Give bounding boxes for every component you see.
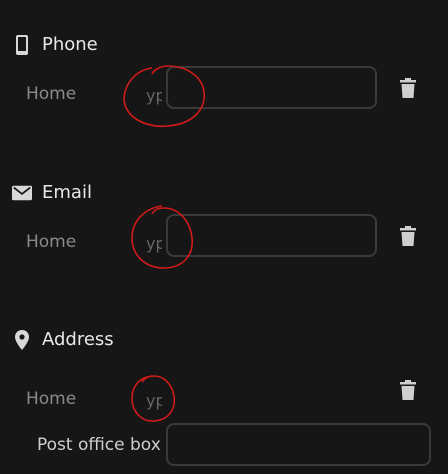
address-type-label: Home <box>26 389 77 409</box>
delete-phone-button[interactable] <box>398 77 418 99</box>
post-office-box-input[interactable] <box>166 423 431 466</box>
email-type-label: Home <box>26 232 77 252</box>
section-title-email: Email <box>42 182 92 203</box>
address-section-header: Address <box>12 329 114 350</box>
location-pin-icon <box>12 329 32 350</box>
phone-input[interactable] <box>166 66 377 109</box>
phone-icon <box>12 34 32 55</box>
email-input[interactable] <box>166 214 377 257</box>
section-title-address: Address <box>42 329 114 350</box>
address-type-selector[interactable]: yp <box>146 391 162 410</box>
email-section-header: Email <box>12 182 92 203</box>
section-title-phone: Phone <box>42 34 98 55</box>
email-type-selector[interactable]: yp <box>146 234 162 253</box>
trash-icon <box>400 380 416 400</box>
mail-icon <box>12 183 32 203</box>
phone-type-label: Home <box>26 84 77 104</box>
delete-address-button[interactable] <box>398 379 418 401</box>
trash-icon <box>400 226 416 246</box>
trash-icon <box>400 78 416 98</box>
post-office-box-label: Post office box <box>37 435 161 455</box>
delete-email-button[interactable] <box>398 225 418 247</box>
phone-type-selector[interactable]: yp <box>146 86 162 105</box>
phone-section-header: Phone <box>12 34 98 55</box>
